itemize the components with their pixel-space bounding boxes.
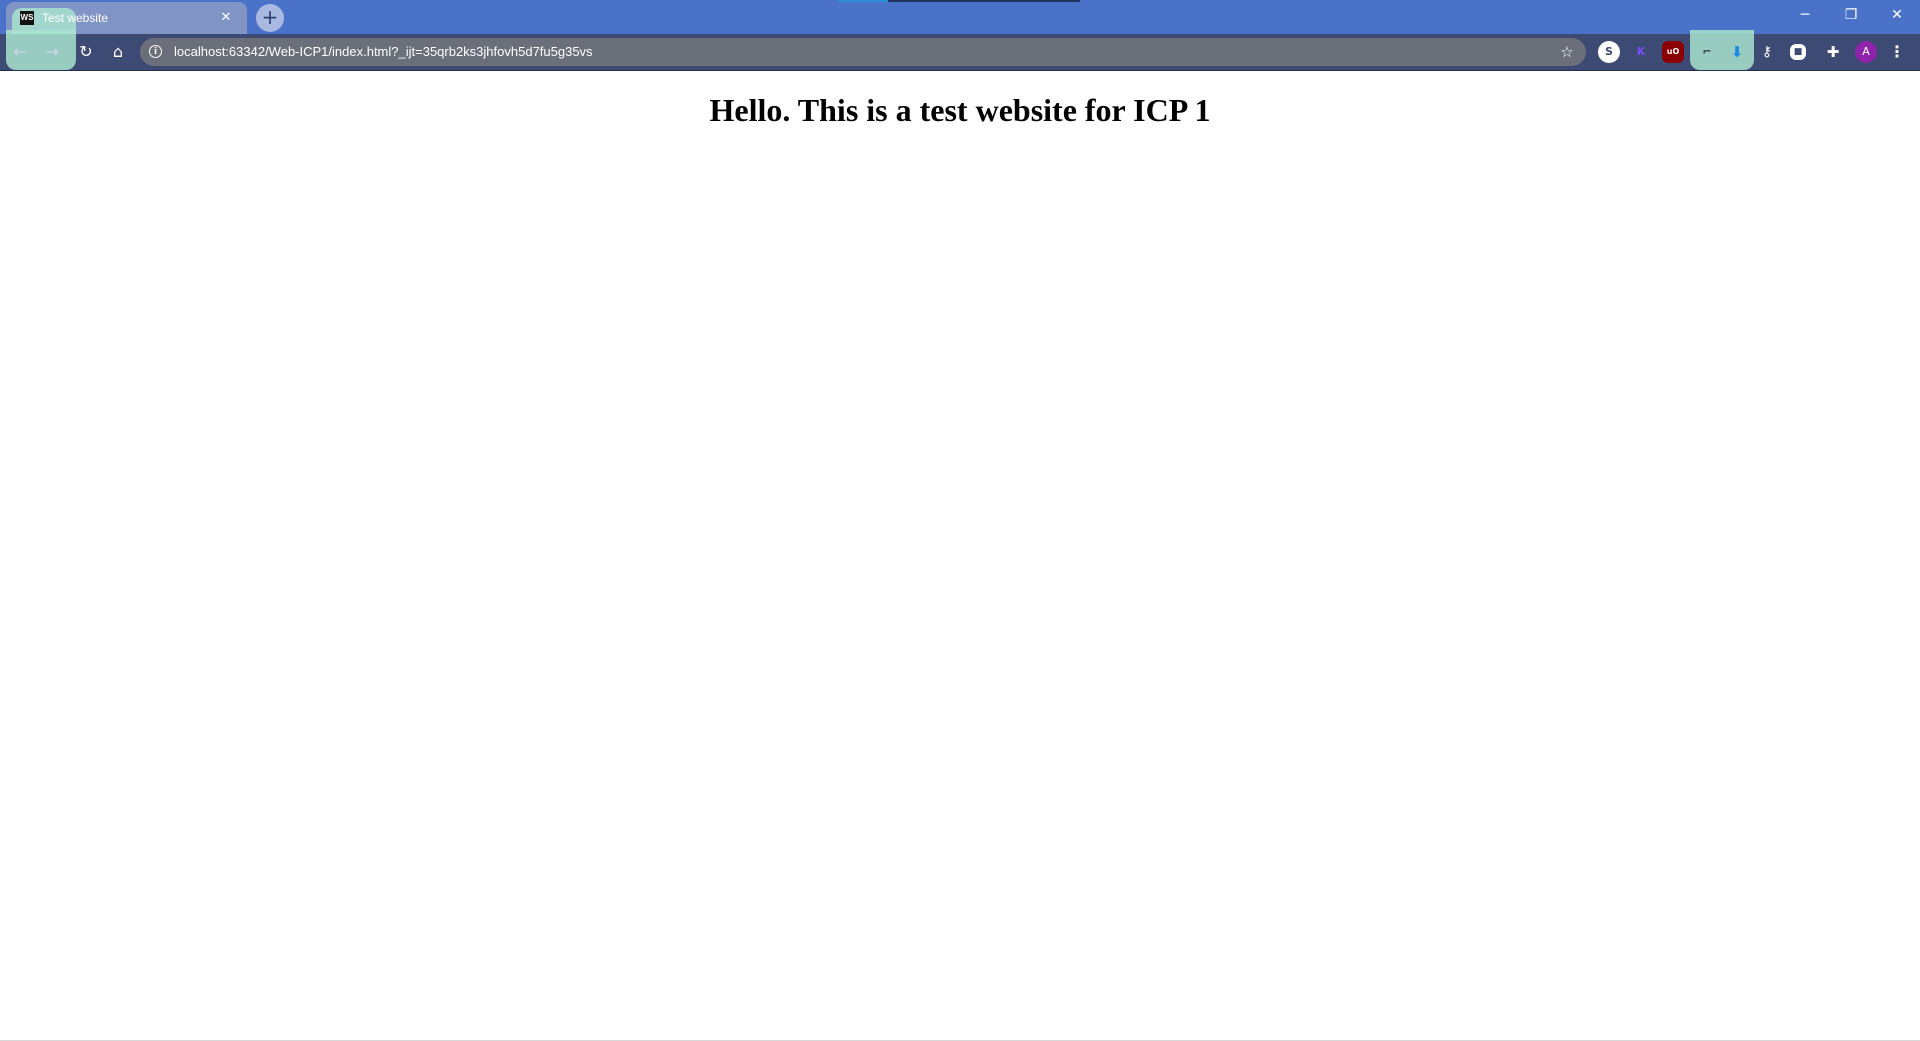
address-bar[interactable]: i localhost:63342/Web-ICP1/index.html?_i… bbox=[140, 38, 1586, 66]
window-accent-highlight bbox=[838, 0, 888, 2]
forward-arrow-icon[interactable]: → bbox=[38, 38, 66, 66]
page-heading: Hello. This is a test website for ICP 1 bbox=[709, 92, 1211, 128]
close-window-button[interactable]: ✕ bbox=[1874, 0, 1920, 30]
reload-icon[interactable]: ↻ bbox=[72, 38, 100, 66]
star-icon[interactable]: ☆ bbox=[1556, 41, 1578, 63]
extension-square-icon[interactable]: ■ bbox=[1790, 44, 1806, 60]
page-content: Hello. This is a test website for ICP 1 bbox=[0, 71, 1920, 1041]
restore-button[interactable]: ❐ bbox=[1828, 0, 1874, 30]
tab-strip: WS Test website ✕ + ─ ❐ ✕ bbox=[0, 0, 1920, 34]
extension-glasses-icon[interactable]: ⌐ bbox=[1696, 41, 1718, 63]
info-icon[interactable]: i bbox=[149, 45, 162, 58]
puzzle-icon[interactable]: ✚ bbox=[1822, 41, 1844, 63]
webstorm-favicon-icon: WS bbox=[20, 11, 34, 25]
browser-window: WS Test website ✕ + ─ ❐ ✕ ← → ↻ ⌂ i loca… bbox=[0, 0, 1920, 1041]
kebab-menu-icon[interactable]: ⋮ bbox=[1886, 41, 1908, 63]
back-arrow-icon[interactable]: ← bbox=[6, 38, 34, 66]
extension-k-icon[interactable]: K bbox=[1630, 41, 1652, 63]
extension-key-icon[interactable]: ⚷ bbox=[1756, 41, 1778, 63]
home-icon[interactable]: ⌂ bbox=[104, 38, 132, 66]
new-tab-button[interactable]: + bbox=[256, 4, 284, 32]
tab-title: Test website bbox=[42, 11, 109, 25]
profile-avatar[interactable]: A bbox=[1855, 41, 1877, 63]
url-text[interactable]: localhost:63342/Web-ICP1/index.html?_ijt… bbox=[174, 44, 593, 59]
window-controls: ─ ❐ ✕ bbox=[1782, 0, 1920, 30]
browser-toolbar: ← → ↻ ⌂ i localhost:63342/Web-ICP1/index… bbox=[0, 30, 1920, 71]
minimize-button[interactable]: ─ bbox=[1782, 0, 1828, 30]
ublock-origin-icon[interactable]: uO bbox=[1662, 41, 1684, 63]
tab-close-icon[interactable]: ✕ bbox=[217, 9, 235, 27]
download-icon[interactable]: ⬇ bbox=[1726, 41, 1748, 63]
extension-s-icon[interactable]: S bbox=[1598, 41, 1620, 63]
